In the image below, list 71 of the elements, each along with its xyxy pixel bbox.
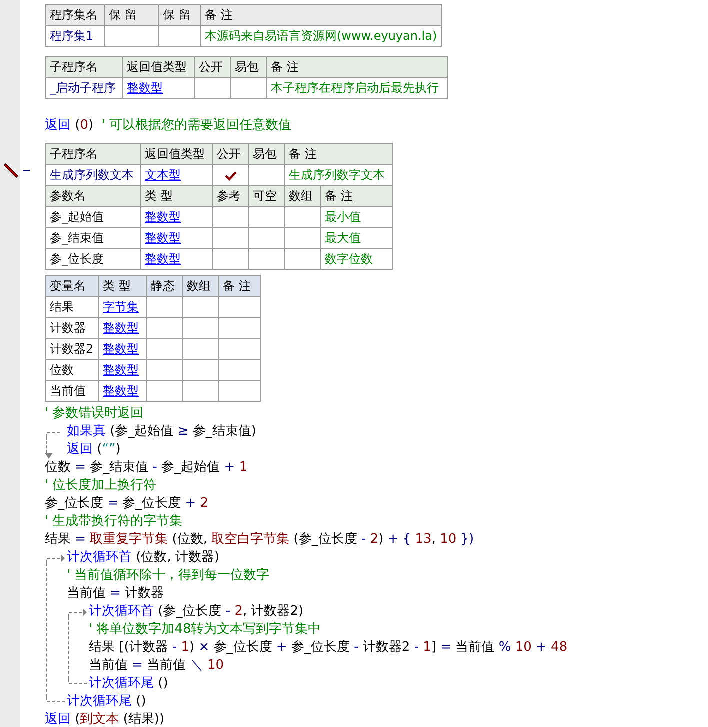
code-line: 返回 (到文本 (结果)) [45, 711, 165, 727]
column-header: 子程序名 [46, 144, 140, 164]
code-line: ' 当前值循环除十，得到每一位数字 [67, 567, 270, 585]
table-cell: 最大值 [320, 228, 392, 248]
table-cell: 位数 [46, 360, 98, 380]
code-line: 结果 = 取重复字节集 (位数, 取空白字节集 (参_位长度 - 2) + { 13, 10 }) [45, 531, 474, 549]
code-line: 如果真 (参_起始值 ≥ 参_结束值) [67, 423, 256, 441]
column-header: 保 留 [158, 4, 200, 26]
table-cell: 整数型 [98, 380, 146, 402]
column-header: 子程序名 [46, 56, 122, 78]
code-line: 计次循环尾 () [67, 693, 146, 711]
column-header: 易包 [248, 144, 284, 164]
column-header: 静态 [146, 276, 182, 296]
collapse-icon[interactable] [23, 169, 30, 172]
table-cell: 当前值 [46, 380, 98, 402]
table-cell: 整数型 [98, 338, 146, 360]
column-header: 易包 [230, 56, 266, 78]
table-cell: 参_位长度 [46, 248, 140, 270]
code-line: 返回 (0) ' 可以根据您的需要返回任意数值 [45, 117, 292, 135]
table-cell: 整数型 [122, 78, 194, 98]
column-header: 备 注 [284, 144, 392, 164]
column-header: 变量名 [46, 276, 98, 296]
column-header: 可空 [248, 186, 284, 206]
code-line: ' 位长度加上换行符 [45, 477, 157, 495]
code-line: 当前值 = 当前值 ＼ 10 [89, 657, 224, 675]
table-cell: 整数型 [140, 206, 212, 228]
table-cell: 参_起始值 [46, 206, 140, 228]
column-header: 数组 [284, 186, 320, 206]
table-cell: 整数型 [140, 228, 212, 248]
table-cell: _启动子程序 [46, 78, 122, 98]
code-line: 计次循环尾 () [89, 675, 168, 693]
column-header: 备 注 [200, 4, 442, 26]
table-cell: 最小值 [320, 206, 392, 228]
code-line: ' 生成带换行符的字节集 [45, 513, 183, 531]
table-cell: 程序集1 [46, 26, 104, 46]
column-header: 返回值类型 [140, 144, 212, 164]
code-line: ' 将单位数字加48转为文本写到字节集中 [89, 621, 322, 639]
pencil-icon [4, 163, 19, 178]
table-cell: 整数型 [140, 248, 212, 270]
column-header: 备 注 [320, 186, 392, 206]
code-line: 结果 [(计数器 - 1) × 参_位长度 + 参_位长度 - 计数器2 - 1] = 当前值 % 10 + 48 [89, 639, 568, 657]
code-line: 计次循环首 (参_位长度 - 2, 计数器2) [89, 603, 304, 621]
column-header: 参考 [212, 186, 248, 206]
code-line: 当前值 = 计数器 [67, 585, 164, 603]
column-header: 参数名 [46, 186, 140, 206]
column-header: 类 型 [140, 186, 212, 206]
table-cell: 字节集 [98, 296, 146, 318]
column-header: 备 注 [266, 56, 448, 78]
column-header: 数组 [182, 276, 218, 296]
column-header: 公开 [212, 144, 248, 164]
checkmark-icon [224, 170, 236, 181]
code-line: 返回 (“”) [67, 441, 121, 459]
column-header: 程序集名 [46, 4, 104, 26]
table-cell: 参_结束值 [46, 228, 140, 248]
code-line: 位数 = 参_结束值 - 参_起始值 + 1 [45, 459, 248, 477]
code-line: 计次循环首 (位数, 计数器) [67, 549, 220, 567]
table-cell: 本子程序在程序启动后最先执行 [266, 78, 448, 98]
column-header: 保 留 [104, 4, 158, 26]
table-cell: 计数器2 [46, 338, 98, 360]
column-header: 公开 [194, 56, 230, 78]
column-header: 返回值类型 [122, 56, 194, 78]
code-line: 参_位长度 = 参_位长度 + 2 [45, 495, 209, 513]
table-cell: 本源码来自易语言资源网(www.eyuyan.la) [200, 26, 442, 46]
table-cell: 数字位数 [320, 248, 392, 270]
table-cell: 结果 [46, 296, 98, 318]
table-cell: 整数型 [98, 318, 146, 338]
column-header: 备 注 [218, 276, 260, 296]
column-header: 类 型 [98, 276, 146, 296]
code-line: ' 参数错误时返回 [45, 405, 144, 423]
table-cell: 整数型 [98, 360, 146, 380]
table-cell: 计数器 [46, 318, 98, 338]
